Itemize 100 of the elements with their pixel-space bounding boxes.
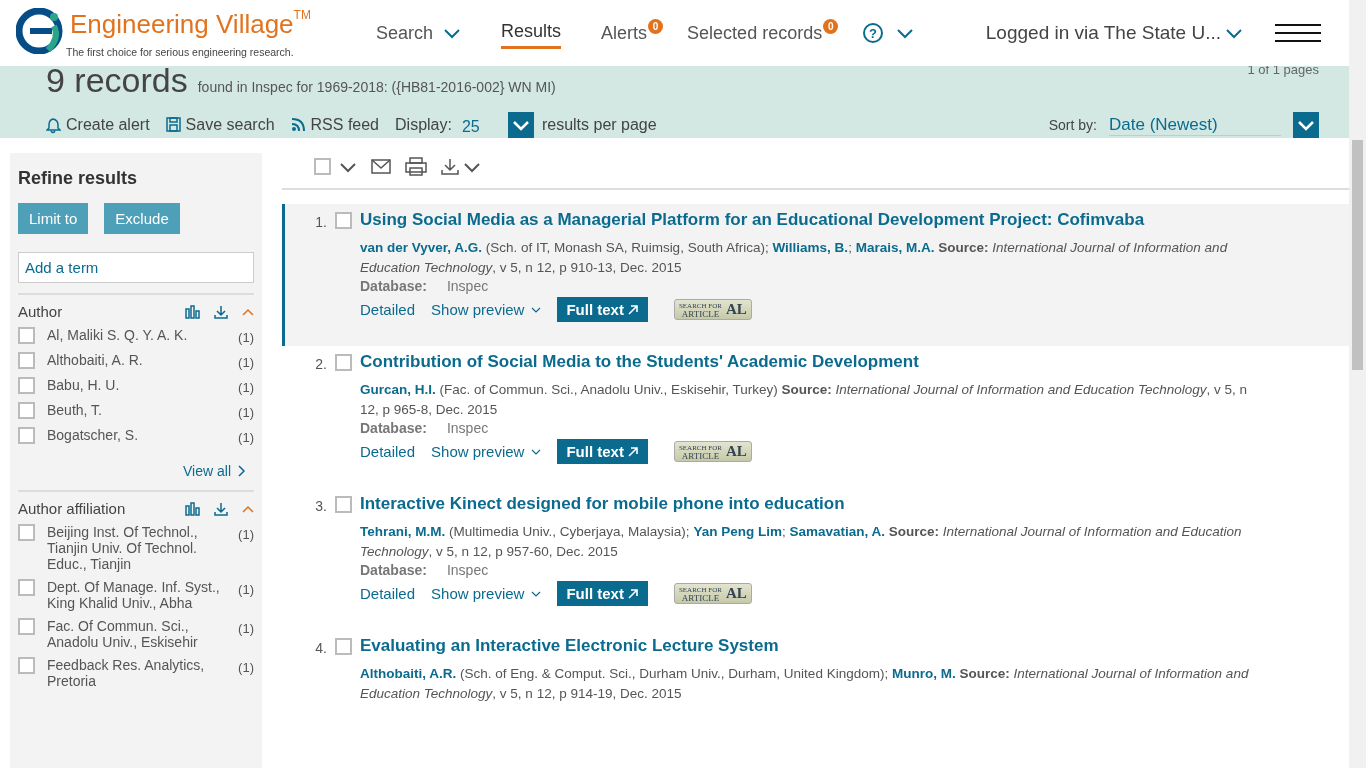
- result-title[interactable]: Contribution of Social Media to the Students' Academic Development: [360, 352, 1329, 372]
- checkbox[interactable]: [18, 657, 35, 674]
- checkbox[interactable]: [335, 354, 352, 371]
- checkbox[interactable]: [18, 618, 35, 635]
- checkbox[interactable]: [18, 427, 35, 444]
- dropdown-button[interactable]: [507, 112, 534, 138]
- dropdown-button[interactable]: [1293, 112, 1319, 138]
- preview-link[interactable]: Show preview: [431, 301, 542, 318]
- chevron-down-icon[interactable]: [896, 27, 915, 39]
- preview-link[interactable]: Show preview: [431, 443, 542, 460]
- author-link[interactable]: Yan Peng Lim: [693, 524, 782, 539]
- checkbox[interactable]: [335, 638, 352, 655]
- field-value: Inspec: [446, 420, 489, 436]
- record-count: 9 records: [46, 66, 188, 94]
- sort-select[interactable]: Date (Newest): [1109, 114, 1281, 136]
- filter-button[interactable]: Limit to: [18, 203, 89, 234]
- count-badge: 0: [648, 18, 664, 34]
- result-number: 2.: [314, 355, 327, 374]
- term-field[interactable]: Add a term: [18, 252, 254, 283]
- detailed-link[interactable]: Detailed: [360, 585, 416, 602]
- detailed-link[interactable]: Detailed: [360, 443, 416, 460]
- result-title[interactable]: Evaluating an Interactive Electronic Lecture System: [360, 636, 1329, 656]
- chevron-up-icon[interactable]: [242, 503, 254, 514]
- checkbox[interactable]: [18, 524, 35, 541]
- per-page-select[interactable]: 25: [461, 114, 492, 136]
- author-link[interactable]: Munro, M.: [891, 666, 956, 681]
- checkbox[interactable]: [18, 352, 35, 369]
- facet-option: Althobaiti, A. R.: [47, 352, 227, 368]
- download-icon[interactable]: [441, 158, 459, 175]
- action-link[interactable]: Create alert: [46, 116, 150, 134]
- checkbox[interactable]: [335, 496, 352, 513]
- facet-option: Beuth, T.: [47, 402, 227, 418]
- checkbox[interactable]: [335, 212, 352, 229]
- email-icon[interactable]: [371, 158, 391, 175]
- checkbox[interactable]: [18, 402, 35, 419]
- facet-count: (1): [238, 330, 254, 345]
- panel-title: Refine results: [18, 168, 139, 189]
- result-title[interactable]: Interactive Kinect designed for mobile phone into education: [360, 494, 1329, 514]
- author-link[interactable]: Williams, B.: [772, 240, 849, 255]
- action-link[interactable]: RSS feed: [290, 116, 379, 134]
- facet-option: Feedback Res. Analytics, Pretoria: [47, 657, 227, 689]
- facet-option: Al, Maliki S. Q. Y. A. K.: [47, 327, 227, 343]
- result-title[interactable]: Using Social Media as a Managerial Platform for an Educational Development Project: Cofimvaba: [360, 210, 1329, 230]
- search-query: found in Inspec for 1969-2018: ({HB81-2016-002} WN MI): [197, 79, 556, 95]
- logo-text[interactable]: Engineering Village: [70, 9, 294, 39]
- bar-chart-icon[interactable]: [185, 304, 200, 319]
- filter-button[interactable]: Exclude: [104, 203, 180, 234]
- full-text-button[interactable]: Full text: [557, 297, 648, 322]
- view-all-link[interactable]: View all: [177, 462, 252, 480]
- nav-tab[interactable]: Results: [501, 17, 562, 49]
- facet-count: (1): [238, 430, 254, 445]
- checkbox[interactable]: [18, 579, 35, 596]
- facet-option: Dept. Of Manage. Inf. Syst., King Khalid Univ., Abha: [47, 579, 227, 611]
- full-text-button[interactable]: Full text: [557, 581, 648, 606]
- count-badge: 0: [823, 18, 839, 34]
- facet-option: Beijing Inst. Of Technol., Tianjin Univ. Of Technol. Educ., Tianjin: [47, 524, 227, 572]
- author-link[interactable]: Althobaiti, A.R.: [360, 666, 457, 681]
- checkbox[interactable]: [314, 158, 331, 175]
- facet-option: Babu, H. U.: [47, 377, 227, 393]
- result-number: 1.: [314, 213, 327, 232]
- field-label: Database:: [360, 562, 427, 578]
- author-link[interactable]: Tehrani, M.M.: [360, 524, 446, 539]
- chevron-down-icon: [531, 589, 542, 598]
- author-link[interactable]: Samavatian, A.: [789, 524, 885, 539]
- download-icon[interactable]: [214, 304, 228, 319]
- nav-tab[interactable]: Selected records: [687, 18, 823, 48]
- help-icon[interactable]: ?: [862, 22, 885, 44]
- checkbox[interactable]: [18, 327, 35, 344]
- checkbox[interactable]: [18, 377, 35, 394]
- logo-icon[interactable]: [16, 8, 64, 54]
- detailed-link[interactable]: Detailed: [360, 301, 416, 318]
- author-link[interactable]: Gurcan, H.I.: [360, 382, 436, 397]
- sort-label: Sort by:: [1048, 117, 1097, 133]
- citation: Tehrani, M.M. (Multimedia Univ., Cyberjaya, Malaysia); Yan Peng Lim; Samavatian, A. Source: International Journal of Information and Education Technology, v 5, n 12, p 957-60, Dec. 2015: [360, 523, 1243, 561]
- citation: Gurcan, H.I. (Fac. of Commun. Sci., Anadolu Univ., Eskisehir, Turkey) Source: International Journal of Information and Education Technology, v 5, n 12, p 965-8, Dec. 2015: [360, 381, 1248, 419]
- scrollbar-thumb[interactable]: [1352, 140, 1363, 370]
- bell-icon: [46, 116, 61, 134]
- display-label: Display:: [395, 116, 452, 134]
- action-link[interactable]: Save search: [165, 116, 275, 134]
- author-link[interactable]: van der Vyver, A.G.: [360, 240, 483, 255]
- preview-link[interactable]: Show preview: [431, 585, 542, 602]
- full-text-button[interactable]: Full text: [557, 439, 648, 464]
- author-link[interactable]: Marais, M.A.: [855, 240, 935, 255]
- nav-tab[interactable]: Alerts: [601, 18, 648, 48]
- facet-count: (1): [238, 405, 254, 420]
- facet-count: (1): [238, 380, 254, 395]
- print-icon[interactable]: [405, 157, 427, 176]
- account-menu[interactable]: Logged in via The State U...: [979, 21, 1249, 45]
- chevron-down-icon[interactable]: [443, 27, 462, 39]
- chevron-down-icon[interactable]: [1225, 27, 1243, 39]
- field-label: Database:: [360, 278, 427, 294]
- bar-chart-icon[interactable]: [185, 501, 200, 516]
- download-icon[interactable]: [214, 501, 228, 516]
- chevron-up-icon[interactable]: [242, 306, 254, 317]
- nav-tab[interactable]: Search: [376, 18, 462, 48]
- menu-icon[interactable]: [1275, 22, 1321, 44]
- chevron-down-icon[interactable]: [339, 160, 357, 173]
- facet-count: (1): [238, 582, 254, 597]
- result-number: 3.: [314, 497, 327, 516]
- chevron-down-icon[interactable]: [463, 160, 481, 173]
